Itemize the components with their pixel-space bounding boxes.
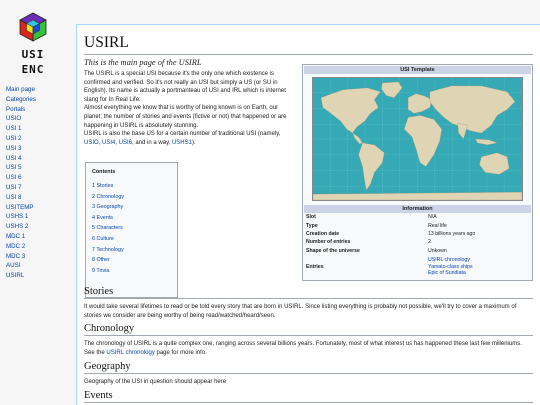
infobox-value: 2 xyxy=(428,239,431,246)
toc-item-technology[interactable]: 7 Technology xyxy=(90,245,173,256)
sidebar-item-usi-3[interactable]: USI 3 xyxy=(6,144,36,154)
infobox-row: Slot N/A xyxy=(304,213,531,221)
entry-link[interactable]: Yamato-class ships xyxy=(428,264,529,271)
infobox-row: Shape of the universe Unkown xyxy=(304,247,531,255)
sidebar-item-ausi[interactable]: AUSI xyxy=(6,261,36,271)
sidebar-item-portals[interactable]: Portals xyxy=(6,105,36,115)
intro-text: The USIRL is a special USI because it's … xyxy=(84,70,297,147)
sidebar-item-ushs-2[interactable]: USHS 2 xyxy=(6,222,36,232)
sidebar-nav: Main page Categories Portals USIO USI 1 … xyxy=(6,85,36,281)
intro-paragraph-1: The USIRL is a special USI because it's … xyxy=(84,71,286,103)
section-events: Events xyxy=(84,389,533,403)
sidebar-item-mdc-3[interactable]: MDC 3 xyxy=(6,252,36,262)
cube-logo-icon xyxy=(19,12,47,42)
table-of-contents: Contents 1 Stories 2 Chronology 3 Geogra… xyxy=(85,162,178,298)
section-text-chronology: The chronology of USIRL is a quite compl… xyxy=(84,340,533,357)
entry-link[interactable]: Epic of Sundiata xyxy=(428,270,529,277)
section-chronology: Chronology The chronology of USIRL is a … xyxy=(84,322,533,357)
infobox-header: USI Template xyxy=(304,66,531,74)
infobox: USI Template Information Slot N/A Type R… xyxy=(302,64,533,281)
infobox-value: Real life xyxy=(428,222,447,229)
infobox-key: Slot xyxy=(306,214,316,221)
infobox-entries-list: USIRL chronology Yamato-class ships Epic… xyxy=(426,255,531,279)
toc-item-geography[interactable]: 3 Geography xyxy=(90,202,173,213)
link-usio[interactable]: USIO xyxy=(84,140,99,146)
link-usirl-chronology[interactable]: USIRL chronology xyxy=(106,350,154,356)
sidebar-item-usi-7[interactable]: USI 7 xyxy=(6,183,36,193)
sidebar: USI ENC Main page Categories Portals USI… xyxy=(0,0,76,405)
toc-item-culture[interactable]: 6 Culture xyxy=(90,234,173,245)
world-map-image[interactable] xyxy=(312,77,523,201)
infobox-row-entries: Entries USIRL chronology Yamato-class sh… xyxy=(304,255,531,279)
intro-paragraph-2: Almost everything we know that is worthy… xyxy=(84,105,287,129)
infobox-row: Type Real life xyxy=(304,221,531,229)
intro-text-mid: , and in a way, xyxy=(132,139,172,146)
intro-text-end: ). xyxy=(191,139,196,146)
sidebar-item-categories[interactable]: Categories xyxy=(6,95,36,105)
infobox-table: Slot N/A Type Real life Creation date 13 bi… xyxy=(304,213,531,279)
infobox-key: Number of entries xyxy=(306,239,351,246)
intro-text-pre: USIRL is also the base US for a certain … xyxy=(84,131,281,138)
section-geography: Geography Geography of the USI in questi… xyxy=(84,360,533,387)
sidebar-item-usi-5[interactable]: USI 5 xyxy=(6,163,36,173)
toc-item-stories[interactable]: 1 Stories xyxy=(90,181,173,192)
toc-list: 1 Stories 2 Chronology 3 Geography 4 Eve… xyxy=(90,181,173,276)
section-text-stories: It would take several lifetimes to read … xyxy=(84,304,517,319)
toc-item-other[interactable]: 8 Other xyxy=(90,255,173,266)
infobox-value: Unkown xyxy=(428,247,447,254)
toc-item-events[interactable]: 4 Events xyxy=(90,213,173,224)
infobox-key: Entries xyxy=(306,263,324,270)
link-ushs1[interactable]: USHS1 xyxy=(172,140,192,146)
sidebar-item-usi-1[interactable]: USI 1 xyxy=(6,124,36,134)
infobox-key: Type xyxy=(306,222,318,229)
sidebar-item-usirl[interactable]: USIRL xyxy=(6,271,36,281)
toc-item-chronology[interactable]: 2 Chronology xyxy=(90,192,173,203)
section-heading-chronology: Chronology xyxy=(84,322,533,336)
section-text-geography: Geography of the USI in question should … xyxy=(84,379,227,385)
sidebar-item-main-page[interactable]: Main page xyxy=(6,85,36,95)
section-heading-geography: Geography xyxy=(84,360,533,374)
link-usi4[interactable]: USI4 xyxy=(102,140,115,146)
infobox-value: N/A xyxy=(428,214,437,221)
logo-text-line1: USI xyxy=(21,48,45,61)
sidebar-item-usi-4[interactable]: USI 4 xyxy=(6,154,36,164)
infobox-row: Creation date 13 billions years ago xyxy=(304,230,531,238)
sidebar-item-usio[interactable]: USIO xyxy=(6,114,36,124)
infobox-key: Creation date xyxy=(306,230,340,237)
sidebar-item-usi-8[interactable]: USI 8 xyxy=(6,193,36,203)
sidebar-item-usi-6[interactable]: USI 6 xyxy=(6,173,36,183)
infobox-information-header: Information xyxy=(304,205,531,213)
logo-text-line2: ENC xyxy=(21,63,45,76)
section-heading-stories: Stories xyxy=(84,285,533,299)
site-logo[interactable]: USI ENC xyxy=(8,12,58,78)
sidebar-item-ushs-1[interactable]: USHS 1 xyxy=(6,212,36,222)
infobox-row: Number of entries 2 xyxy=(304,238,531,246)
chronology-text-post: page for more info. xyxy=(154,349,207,356)
section-stories: Stories It would take several lifetimes … xyxy=(84,285,533,320)
sidebar-item-mdc-1[interactable]: MDC 1 xyxy=(6,232,36,242)
entry-link[interactable]: USIRL chronology xyxy=(428,257,529,264)
section-heading-events: Events xyxy=(84,389,533,403)
sidebar-item-usi-2[interactable]: USI 2 xyxy=(6,134,36,144)
main-content: USIRL This is the main page of the USIRL… xyxy=(76,24,540,405)
infobox-key: Shape of the universe xyxy=(306,247,360,254)
toc-title: Contents xyxy=(92,169,116,175)
toc-item-characters[interactable]: 5 Characters xyxy=(90,223,173,234)
link-usi6[interactable]: USI6 xyxy=(119,140,132,146)
toc-item-trivia[interactable]: 9 Trivia xyxy=(90,266,173,277)
infobox-value: 13 billions years ago xyxy=(428,230,476,237)
sidebar-item-mdc-2[interactable]: MDC 2 xyxy=(6,242,36,252)
sidebar-item-usitemp[interactable]: USITEMP xyxy=(6,203,36,213)
page-title: USIRL xyxy=(84,33,533,55)
intro-paragraph-3: USIRL is also the base US for a certain … xyxy=(84,130,297,147)
